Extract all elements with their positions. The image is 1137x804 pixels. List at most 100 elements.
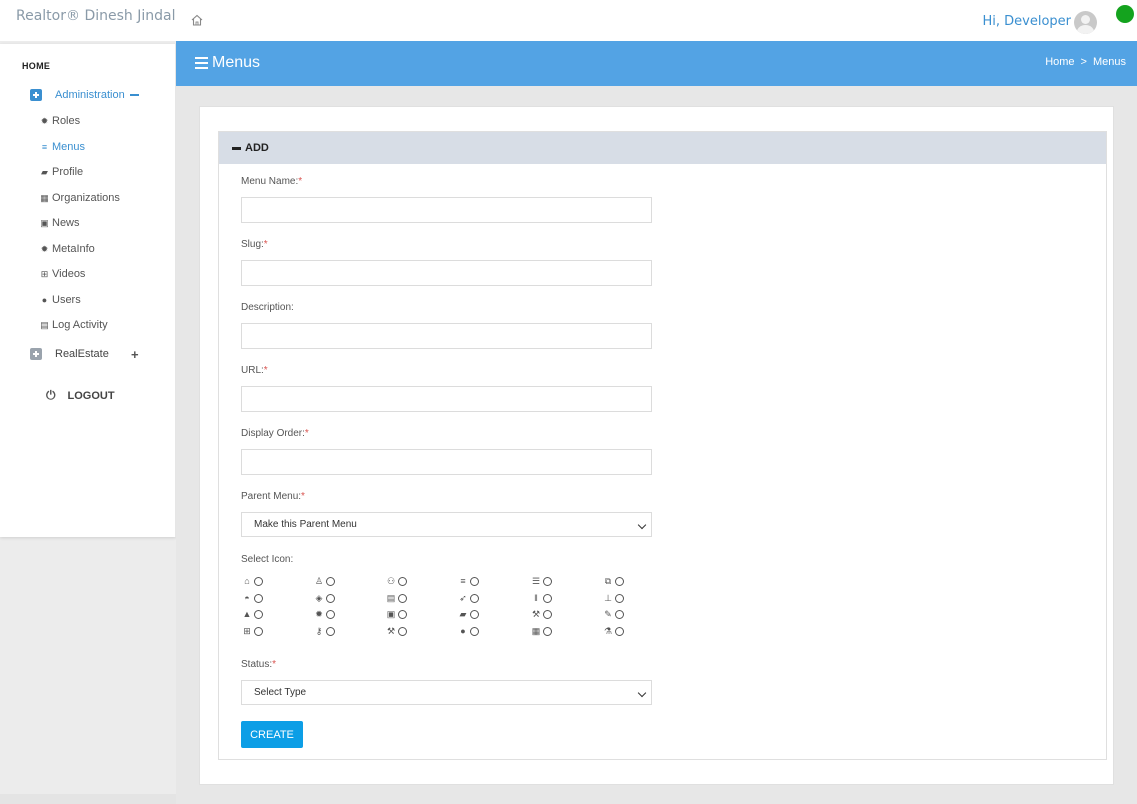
icon-option[interactable]: ▲ — [241, 609, 263, 619]
icon-radio[interactable] — [543, 627, 552, 636]
icon-option[interactable]: ▣ — [385, 609, 407, 620]
home-icon[interactable] — [190, 13, 204, 27]
bars-icon — [195, 57, 209, 69]
plus-square-icon — [30, 89, 42, 101]
icon-radio[interactable] — [398, 594, 407, 603]
sidebar-item-users[interactable]: ● Users — [39, 294, 81, 306]
add-panel: ADD Menu Name:* Slug:* Description: URL:… — [218, 131, 1107, 760]
icon-radio[interactable] — [615, 610, 624, 619]
icon-radio[interactable] — [470, 626, 479, 636]
icon-radio[interactable] — [326, 577, 335, 586]
icon-option[interactable]: ✹ — [313, 609, 335, 620]
main-content: ADD Menu Name:* Slug:* Description: URL:… — [176, 86, 1137, 804]
sidebar-item-news[interactable]: ▣ News — [39, 217, 79, 229]
icon-radio[interactable] — [254, 593, 263, 603]
description-input[interactable] — [241, 323, 652, 349]
wrench-icon: ⚒ — [386, 626, 396, 636]
rocket-icon: ➶ — [459, 593, 467, 603]
icon-option[interactable]: ⚒ — [385, 626, 407, 637]
icon-option[interactable]: ⊞ — [241, 626, 263, 637]
icon-radio[interactable] — [398, 577, 407, 586]
icon-option[interactable]: ⧉ — [602, 576, 624, 587]
chevron-down-icon — [637, 688, 647, 698]
collapse-icon[interactable] — [232, 146, 241, 150]
icon-radio[interactable] — [326, 627, 335, 636]
icon-option[interactable]: ➶ — [457, 593, 479, 604]
icon-option[interactable]: ▤ — [385, 593, 407, 604]
icon-option[interactable]: ‖ — [530, 593, 552, 603]
icon-option[interactable]: ♙ — [313, 576, 335, 587]
panel-header[interactable]: ADD — [219, 132, 1106, 164]
icon-radio[interactable] — [543, 610, 552, 619]
icon-option[interactable]: ⌂ — [241, 576, 263, 586]
expand-icon[interactable]: + — [131, 347, 139, 362]
display-order-input[interactable] — [241, 449, 652, 475]
icon-option[interactable]: ▰ — [457, 609, 479, 620]
user-greeting[interactable]: Hi, Developer — [982, 14, 1071, 29]
logout-link[interactable]: ⏻ LOGOUT — [46, 388, 115, 403]
sidebar-item-metainfo[interactable]: ✹ MetaInfo — [39, 243, 95, 255]
icon-radio[interactable] — [470, 594, 479, 603]
icon-option[interactable]: ⊥ — [602, 593, 624, 604]
breadcrumb-home[interactable]: Home — [1045, 56, 1074, 68]
users-icon: ⚇ — [386, 576, 396, 586]
sidebar-item-roles[interactable]: ✹ Roles — [39, 115, 80, 127]
sidebar-item-profile[interactable]: ▰ Profile — [39, 166, 83, 178]
icon-option[interactable]: ≡ — [457, 576, 479, 586]
collapse-icon[interactable] — [129, 94, 139, 96]
page-title: Menus — [195, 54, 260, 72]
sidebar-item-videos[interactable]: ⊞ Videos — [39, 268, 86, 280]
icon-radio[interactable] — [326, 610, 335, 619]
icon-radio[interactable] — [615, 577, 624, 586]
url-label: URL:* — [241, 365, 268, 376]
icon-radio[interactable] — [470, 610, 479, 619]
brand-title[interactable]: Realtor® Dinesh Jindal — [16, 8, 175, 24]
icon-radio[interactable] — [398, 610, 407, 619]
icon-option[interactable]: ⚒ — [530, 609, 552, 620]
url-input[interactable] — [241, 386, 652, 412]
cog-icon: ✹ — [315, 609, 323, 619]
parent-menu-select[interactable]: Make this Parent Menu — [241, 512, 652, 537]
icon-option[interactable]: ◓ — [241, 593, 263, 603]
breadcrumb: Home > Menus — [1045, 56, 1126, 68]
sidebar-item-administration[interactable]: Administration — [30, 89, 139, 101]
icon-option[interactable]: ⚷ — [313, 626, 335, 637]
sidebar: HOME Administration ✹ Roles ≡ Menus ▰ Pr… — [0, 44, 176, 537]
file-icon: ▤ — [386, 593, 396, 603]
avatar[interactable] — [1074, 11, 1097, 34]
icon-radio[interactable] — [470, 576, 479, 586]
icon-option[interactable]: ⚗ — [602, 626, 624, 637]
check-circle-icon: ● — [460, 626, 466, 636]
icon-radio[interactable] — [398, 627, 407, 636]
sidebar-item-menus[interactable]: ≡ Menus — [39, 141, 85, 153]
icon-radio[interactable] — [543, 593, 552, 603]
sidebar-item-label: Videos — [52, 268, 86, 280]
pencil-icon: ✎ — [604, 609, 612, 619]
icon-option[interactable]: ▦ — [530, 626, 552, 637]
sidebar-item-home[interactable]: HOME — [22, 61, 50, 71]
icon-option[interactable]: ◈ — [313, 593, 335, 604]
sidebar-item-organizations[interactable]: ▦ Organizations — [39, 192, 120, 204]
sidebar-item-log-activity[interactable]: ▤ Log Activity — [39, 319, 107, 331]
menu-name-input[interactable] — [241, 197, 652, 223]
sitemap-icon: ⊥ — [604, 593, 612, 603]
slug-input[interactable] — [241, 260, 652, 286]
icon-radio[interactable] — [615, 627, 624, 636]
icon-radio[interactable] — [254, 609, 263, 619]
icon-option[interactable]: ● — [457, 626, 479, 636]
sidebar-item-realestate[interactable]: RealEstate — [30, 348, 109, 360]
icon-radio[interactable] — [543, 577, 552, 586]
home-icon: ⌂ — [244, 576, 250, 586]
icon-option[interactable]: ☰ — [530, 576, 552, 587]
icon-radio[interactable] — [254, 576, 263, 586]
icon-radio[interactable] — [615, 594, 624, 603]
icon-option[interactable]: ✎ — [602, 609, 624, 620]
sidebar-bottom-strip — [0, 794, 176, 804]
page-header: Menus Home > Menus — [176, 41, 1137, 86]
status-select[interactable]: Select Type — [241, 680, 652, 705]
create-button[interactable]: CREATE — [241, 721, 303, 748]
icon-option[interactable]: ⚇ — [385, 576, 407, 587]
tags-icon: ◈ — [315, 593, 323, 603]
icon-radio[interactable] — [326, 594, 335, 603]
icon-radio[interactable] — [254, 627, 263, 636]
